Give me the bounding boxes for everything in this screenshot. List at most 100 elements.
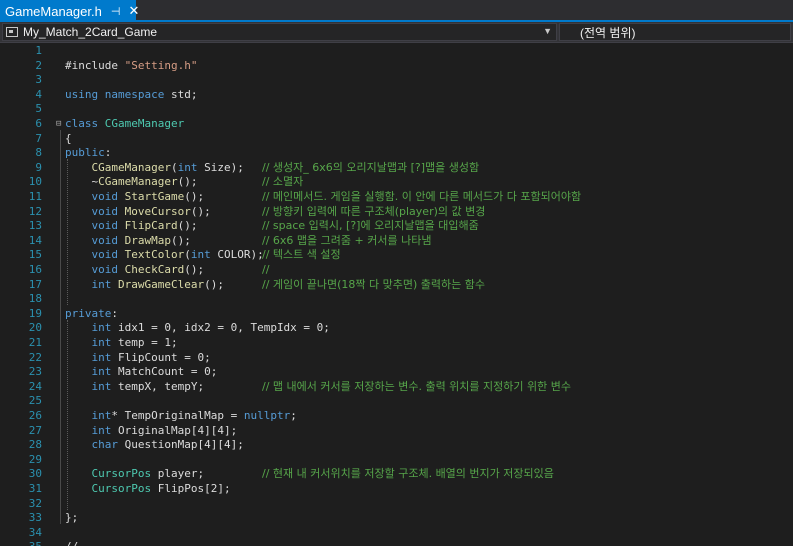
- code-line[interactable]: 21 int temp = 1;: [0, 336, 793, 351]
- line-number: 23: [28, 365, 42, 379]
- code-line[interactable]: 24 int tempX, tempY; // 맵 내에서 커서를 저장하는 변수…: [0, 380, 793, 395]
- code-line[interactable]: 25: [0, 394, 793, 409]
- code-line[interactable]: 10 ~CGameManager(); // 소멸자: [0, 175, 793, 190]
- line-number: 16: [28, 263, 42, 276]
- code-token: QuestionMap[4][4];: [118, 438, 244, 452]
- code-token: CheckCard: [124, 263, 185, 276]
- code-line[interactable]: 12 void MoveCursor(); // 방향키 입력에 따른 구조체(p…: [0, 205, 793, 220]
- code-line[interactable]: 26 int* TempOriginalMap = nullptr;: [0, 409, 793, 424]
- code-text: void FlipCard();: [65, 219, 198, 234]
- code-text: #include "Setting.h": [65, 59, 197, 74]
- code-comment: // 생성자_ 6x6의 오리지날맵과 [?]맵을 생성함: [262, 160, 480, 174]
- code-line[interactable]: 1: [0, 44, 793, 59]
- code-token: int: [91, 277, 112, 291]
- code-line[interactable]: 19 private:: [0, 307, 793, 322]
- code-token: idx1 = 0, idx2 = 0, TempIdx = 0;: [111, 321, 330, 335]
- code-token: void: [91, 233, 119, 247]
- code-token: Size);: [197, 160, 244, 174]
- code-token: ();: [184, 190, 205, 203]
- code-line[interactable]: 20 int idx1 = 0, idx2 = 0, TempIdx = 0;: [0, 321, 793, 336]
- code-token: :: [111, 306, 118, 320]
- code-token: namespace: [104, 87, 165, 101]
- code-token: FlipCount = 0;: [111, 350, 211, 364]
- code-token: DrawMap: [124, 233, 171, 247]
- line-number: 2: [35, 58, 42, 72]
- code-line[interactable]: 29: [0, 453, 793, 468]
- code-line[interactable]: 4 using namespace std;: [0, 88, 793, 103]
- line-number: 19: [28, 306, 42, 320]
- code-token: CGameManager: [104, 117, 185, 130]
- code-token: int: [91, 336, 112, 349]
- code-token: MatchCount = 0;: [111, 365, 218, 379]
- code-line[interactable]: 28 char QuestionMap[4][4];: [0, 438, 793, 453]
- code-line[interactable]: 33};: [0, 511, 793, 526]
- code-line[interactable]: 3: [0, 73, 793, 88]
- code-line[interactable]: 16 void CheckCard(); //: [0, 263, 793, 278]
- pin-icon[interactable]: ⊣: [111, 5, 121, 18]
- code-token: {: [65, 131, 72, 145]
- code-line[interactable]: 31 CursorPos FlipPos[2];: [0, 482, 793, 497]
- project-icon: [6, 27, 18, 37]
- tab-title: GameManager.h: [5, 3, 102, 19]
- code-line[interactable]: 22 int FlipCount = 0;: [0, 351, 793, 366]
- code-token: MoveCursor: [124, 204, 191, 218]
- code-line[interactable]: 5: [0, 102, 793, 117]
- code-line[interactable]: 13 void FlipCard(); // space 입력시, [?]에 오리…: [0, 219, 793, 234]
- code-line[interactable]: 11 void StartGame(); // 메인메서드. 게임을 실행함. 이…: [0, 190, 793, 205]
- code-text: int temp = 1;: [65, 336, 178, 351]
- line-number: 6: [35, 117, 42, 130]
- code-line[interactable]: 18: [0, 292, 793, 307]
- code-line[interactable]: 15 void TextColor(int COLOR);// 텍스트 색 설정: [0, 248, 793, 263]
- code-token: int: [190, 248, 211, 262]
- line-number: 10: [28, 175, 42, 189]
- code-line[interactable]: 35 //: [0, 540, 793, 546]
- chevron-down-icon[interactable]: ▼: [543, 26, 552, 36]
- code-editor[interactable]: 1 2 #include "Setting.h" 3 4 using namespace …: [0, 43, 793, 546]
- code-line[interactable]: 32: [0, 497, 793, 512]
- code-text: int MatchCount = 0;: [65, 365, 218, 380]
- code-token: CGameManager: [91, 160, 171, 174]
- code-token: OriginalMap[4][4];: [111, 423, 238, 437]
- code-line[interactable]: 23 int MatchCount = 0;: [0, 365, 793, 380]
- code-token: //: [65, 540, 78, 546]
- code-line[interactable]: 7{: [0, 132, 793, 147]
- project-name: My_Match_2Card_Game: [23, 25, 158, 39]
- code-line[interactable]: 2 #include "Setting.h": [0, 59, 793, 74]
- line-number: 3: [35, 73, 42, 87]
- code-line[interactable]: 9 CGameManager(int Size); // 생성자_ 6x6의 오리…: [0, 161, 793, 176]
- code-token: std;: [164, 87, 198, 101]
- code-line[interactable]: 34: [0, 526, 793, 541]
- code-token: #include: [65, 58, 125, 72]
- code-token: :: [104, 146, 112, 160]
- document-tab[interactable]: GameManager.h ⊣ ✕: [0, 0, 139, 22]
- code-token: FlipCard: [124, 219, 178, 233]
- code-token: int: [91, 321, 112, 335]
- code-line[interactable]: 27 int OriginalMap[4][4];: [0, 424, 793, 439]
- code-token: tempX, tempY;: [111, 379, 205, 393]
- code-token: using: [65, 87, 99, 101]
- code-text: void MoveCursor();: [65, 205, 211, 220]
- code-text: int DrawGameClear();: [65, 278, 224, 293]
- code-line[interactable]: 14 void DrawMap(); // 6x6 맵을 그려줌 + 커서를 나타…: [0, 234, 793, 249]
- code-token: nullptr: [243, 409, 291, 422]
- code-line[interactable]: 8 public:: [0, 146, 793, 161]
- code-text: void TextColor(int COLOR);: [65, 248, 264, 263]
- line-number: 12: [28, 204, 42, 218]
- project-dropdown[interactable]: My_Match_2Card_Game ▼: [2, 23, 557, 41]
- code-line[interactable]: 30 CursorPos player; // 현재 내 커서위치를 저장할 구조…: [0, 467, 793, 482]
- code-text: int* TempOriginalMap = nullptr;: [65, 409, 297, 424]
- collapse-icon[interactable]: ⊟: [56, 117, 65, 132]
- code-line[interactable]: 17 int DrawGameClear(); // 게임이 끝나면(18짝 다 …: [0, 278, 793, 293]
- code-line[interactable]: 6 ⊟ class CGameManager: [0, 117, 793, 132]
- code-token: ();: [177, 175, 198, 189]
- scope-dropdown[interactable]: (전역 범위): [559, 23, 791, 41]
- close-icon[interactable]: ✕: [128, 3, 139, 19]
